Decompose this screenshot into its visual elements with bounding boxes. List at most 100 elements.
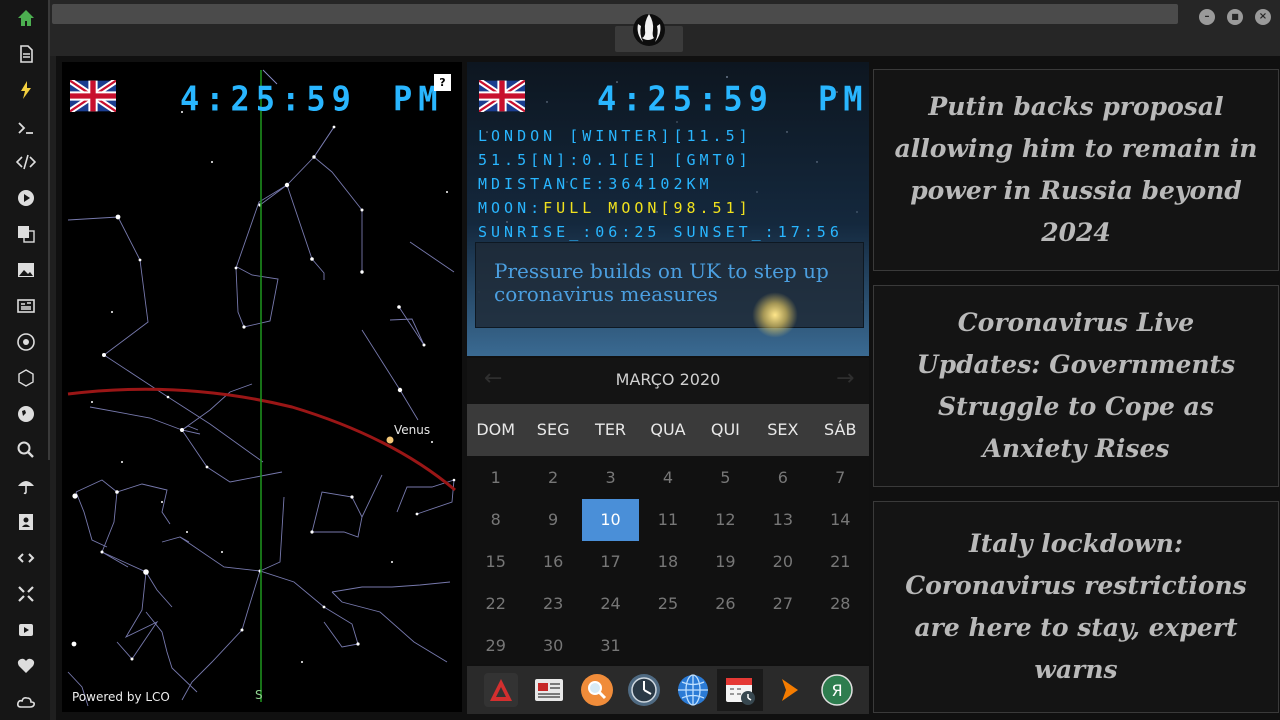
calendar-day[interactable]: 20: [754, 541, 811, 583]
search-icon[interactable]: [10, 438, 42, 462]
star-map[interactable]: Venus S: [62, 62, 462, 712]
calendar-month-title: MARÇO 2020: [615, 370, 721, 389]
calendar-day[interactable]: 23: [524, 583, 581, 625]
calendar-day[interactable]: 7: [812, 457, 869, 499]
weekday-label: QUI: [710, 420, 740, 439]
heart-icon[interactable]: [10, 654, 42, 678]
minimize-button[interactable]: –: [1199, 9, 1215, 25]
news-card[interactable]: Italy lockdown: Coronavirus restrictions…: [873, 501, 1279, 713]
uk-flag-icon: [479, 80, 525, 112]
calendar-day[interactable]: 29: [467, 625, 524, 667]
rebel-alliance-logo: [633, 14, 665, 46]
link-icon[interactable]: [10, 546, 42, 570]
umbrella-icon[interactable]: [10, 474, 42, 498]
calendar-day-empty: [639, 625, 696, 667]
calendar-day[interactable]: 17: [582, 541, 639, 583]
calendar-day[interactable]: 6: [754, 457, 811, 499]
calendar-day[interactable]: 13: [754, 499, 811, 541]
play-arrow-app-icon[interactable]: [766, 669, 812, 711]
news-card-headline: Italy lockdown: Coronavirus restrictions…: [905, 529, 1247, 684]
sidebar-scrollbar[interactable]: [48, 0, 50, 460]
calendar-day[interactable]: 22: [467, 583, 524, 625]
play-icon[interactable]: [10, 186, 42, 210]
calendar-day-empty: [754, 625, 811, 667]
calendar-day[interactable]: 11: [639, 499, 696, 541]
uk-flag-icon: [70, 80, 116, 112]
weekday-label: TER: [595, 420, 627, 439]
headline-text[interactable]: Pressure builds on UK to step up coronav…: [494, 260, 844, 306]
maximize-label: ■: [1231, 12, 1239, 21]
venus-marker: [386, 436, 394, 444]
search-app-icon[interactable]: [574, 669, 620, 711]
calendar-day[interactable]: 28: [812, 583, 869, 625]
address-bar[interactable]: [52, 4, 1178, 24]
close-button[interactable]: ×: [1255, 9, 1271, 25]
weekday-label: SEX: [767, 420, 799, 439]
calendar-week-row: 15 16 17 18 19 20 21: [467, 541, 869, 583]
calendar-day[interactable]: 9: [524, 499, 581, 541]
maximize-button[interactable]: ■: [1227, 9, 1243, 25]
news-card-headline: Coronavirus Live Updates: Governments St…: [916, 308, 1236, 463]
clock-app-icon[interactable]: [621, 669, 667, 711]
south-label: S: [255, 688, 263, 702]
calendar-day[interactable]: 5: [697, 457, 754, 499]
calendar-day[interactable]: 21: [812, 541, 869, 583]
info-clock-time: 4:25:59: [597, 79, 774, 119]
info-clock-ampm: PM: [818, 79, 869, 119]
calendar-day[interactable]: 18: [639, 541, 696, 583]
moon-phase-value: FULL MOON[98.51]: [543, 199, 752, 217]
calendar-day[interactable]: 30: [524, 625, 581, 667]
calendar-day[interactable]: 25: [639, 583, 696, 625]
calendar-day[interactable]: 3: [582, 457, 639, 499]
weekday-label: SEG: [536, 420, 570, 439]
home-icon[interactable]: [10, 6, 42, 30]
lightning-icon[interactable]: [10, 78, 42, 102]
calendar-day[interactable]: 26: [697, 583, 754, 625]
terminal-icon[interactable]: [10, 116, 42, 140]
calendar-day[interactable]: 15: [467, 541, 524, 583]
news-card[interactable]: Coronavirus Live Updates: Governments St…: [873, 285, 1279, 487]
calendar-week-row: 1 2 3 4 5 6 7: [467, 457, 869, 499]
yandex-app-icon[interactable]: Я: [814, 669, 860, 711]
newspaper-icon[interactable]: [10, 294, 42, 318]
contact-icon[interactable]: [10, 510, 42, 534]
image-icon[interactable]: [10, 258, 42, 282]
globe-app-icon[interactable]: [670, 669, 716, 711]
cloud-icon[interactable]: [10, 690, 42, 714]
document-icon[interactable]: [10, 42, 42, 66]
news-app-icon[interactable]: [526, 669, 572, 711]
calendar-day[interactable]: 2: [524, 457, 581, 499]
powered-by-label: Powered by LCO: [72, 690, 170, 704]
weekday-label: DOM: [476, 420, 516, 439]
calendar-day[interactable]: 24: [582, 583, 639, 625]
help-button[interactable]: ?: [434, 74, 451, 91]
expand-icon[interactable]: [10, 582, 42, 606]
red-triangle-app-icon[interactable]: [478, 669, 524, 711]
calendar-day[interactable]: 4: [639, 457, 696, 499]
moon-phase-prefix: MOON:: [478, 199, 544, 217]
youtube-icon[interactable]: [10, 618, 42, 642]
calendar-day[interactable]: 27: [754, 583, 811, 625]
calendar-day[interactable]: 8: [467, 499, 524, 541]
calendar-day[interactable]: 14: [812, 499, 869, 541]
calendar-day[interactable]: 16: [524, 541, 581, 583]
close-label: ×: [1258, 11, 1268, 22]
calendar-day-empty: [697, 625, 754, 667]
rebel-icon[interactable]: [10, 330, 42, 354]
calendar-day[interactable]: 31: [582, 625, 639, 667]
hexagon-icon[interactable]: [10, 366, 42, 390]
calendar-day-today[interactable]: 10: [581, 499, 640, 541]
globe-icon[interactable]: [10, 402, 42, 426]
svg-text:Я: Я: [831, 681, 842, 700]
moon-phase-line: MOON:FULL MOON[98.51]: [478, 199, 752, 217]
calendar-week-row: 29 30 31: [467, 625, 869, 667]
weekday-label: QUA: [650, 420, 686, 439]
calendar-day[interactable]: 19: [697, 541, 754, 583]
calendar-app-icon[interactable]: [717, 669, 763, 711]
news-card[interactable]: Putin backs proposal allowing him to rem…: [873, 69, 1279, 271]
translate-icon[interactable]: [10, 222, 42, 246]
calendar-day[interactable]: 1: [467, 457, 524, 499]
calendar-next-button[interactable]: →: [836, 366, 854, 391]
calendar-day[interactable]: 12: [697, 499, 754, 541]
code-icon[interactable]: [10, 150, 42, 174]
